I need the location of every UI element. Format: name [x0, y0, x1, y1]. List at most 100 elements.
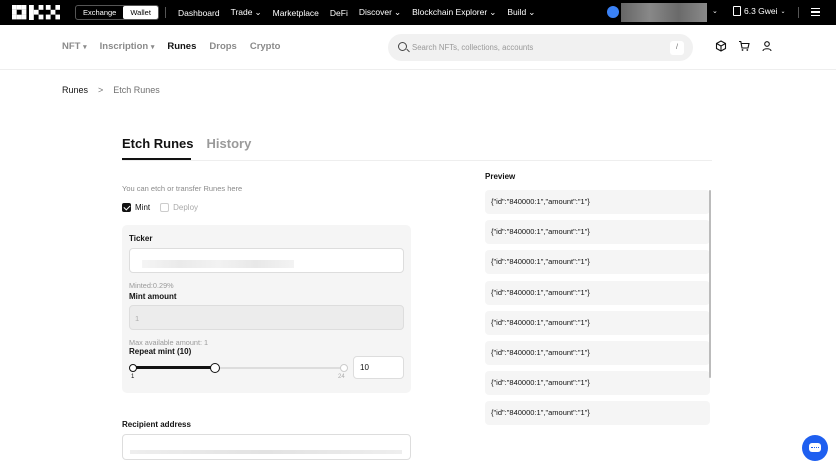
breadcrumb: Runes > Etch Runes [62, 85, 160, 95]
exchange-wallet-switch: Exchange Wallet [75, 5, 159, 20]
search-input[interactable] [412, 40, 652, 55]
nav-label: Blockchain Explorer [412, 7, 488, 17]
tab-divider [122, 160, 712, 161]
nav-build[interactable]: Build ⌄ [507, 7, 535, 18]
user-icon[interactable] [761, 40, 773, 52]
gas-pump-icon [733, 6, 741, 16]
preview-item: {"id":"840000:1","amount":"1"} [485, 280, 710, 305]
deploy-label[interactable]: Deploy [173, 203, 198, 212]
preview-scrollbar[interactable] [709, 190, 711, 378]
repeat-slider-fill [133, 366, 216, 369]
deploy-checkbox[interactable] [160, 203, 170, 212]
nav-discover[interactable]: Discover ⌄ [359, 7, 401, 18]
page-tabs: Etch Runes History [122, 136, 251, 151]
wallet-toggle[interactable]: Wallet [123, 6, 158, 19]
repeat-mint-label: Repeat mint (10) [129, 347, 192, 356]
repeat-count-input[interactable]: 10 [353, 356, 404, 379]
preview-item: {"id":"840000:1","amount":"1"} [485, 340, 710, 365]
mode-selector: Mint Deploy [122, 203, 198, 212]
gas-value: 6.3 Gwei [744, 6, 778, 16]
chevron-down-icon: ⌄ [254, 7, 262, 17]
gas-price[interactable]: 6.3 Gwei ⌄ [733, 6, 786, 16]
minted-percentage: Minted:0.29% [129, 281, 174, 290]
hamburger-menu-icon[interactable] [811, 8, 820, 18]
tab-inscription[interactable]: Inscription ▾ [100, 41, 155, 52]
slider-max-label: 24 [338, 374, 345, 380]
ticker-value-blurred [142, 260, 294, 268]
search-box[interactable] [388, 34, 693, 61]
sub-nav-tabs: NFT ▾ Inscription ▾ Runes Drops Crypto [62, 41, 280, 52]
top-nav: Dashboard Trade ⌄ Marketplace DeFi Discov… [178, 0, 535, 25]
ticker-field[interactable] [129, 248, 404, 273]
helper-text: You can etch or transfer Runes here [122, 184, 243, 193]
nav-label: Dashboard [178, 7, 220, 18]
sub-nav: NFT ▾ Inscription ▾ Runes Drops Crypto / [0, 25, 836, 70]
nav-blockchain-explorer[interactable]: Blockchain Explorer ⌄ [412, 7, 496, 18]
chevron-down-icon: ⌄ [780, 8, 786, 15]
wallet-address-blurred[interactable] [621, 3, 707, 22]
preview-item: {"id":"840000:1","amount":"1"} [485, 220, 710, 245]
repeat-slider-handle[interactable] [210, 363, 221, 373]
preview-item: {"id":"840000:1","amount":"1"} [485, 250, 710, 275]
cart-icon[interactable] [738, 40, 750, 52]
divider [798, 7, 799, 18]
preview-item: {"id":"840000:1","amount":"1"} [485, 190, 710, 214]
preview-title: Preview [485, 172, 516, 181]
breadcrumb-current: Etch Runes [113, 85, 160, 95]
nav-label: DeFi [329, 7, 348, 18]
nav-trade[interactable]: Trade ⌄ [231, 7, 262, 18]
mint-label[interactable]: Mint [135, 203, 150, 212]
nav-dashboard[interactable]: Dashboard [178, 8, 220, 18]
exchange-toggle[interactable]: Exchange [76, 6, 123, 19]
tab-label: NFT [62, 41, 81, 52]
top-bar: Exchange Wallet Dashboard Trade ⌄ Marketp… [0, 0, 836, 25]
chevron-down-icon: ⌄ [393, 7, 402, 17]
slider-start-marker [129, 364, 137, 372]
max-available-text: Max available amount: 1 [129, 338, 209, 347]
okx-logo-icon[interactable] [12, 5, 60, 20]
mint-form-card: Ticker Minted:0.29% Mint amount 1 Max av… [122, 225, 411, 393]
nav-icons [715, 40, 773, 52]
chat-support-icon[interactable] [802, 435, 828, 461]
nav-label: Trade [230, 7, 253, 17]
mint-amount-label: Mint amount [129, 292, 177, 301]
slider-min-label: 1 [131, 374, 135, 380]
tab-nft[interactable]: NFT ▾ [62, 41, 87, 52]
preview-item: {"id":"840000:1","amount":"1"} [485, 401, 710, 426]
mint-checkbox[interactable] [122, 203, 131, 212]
search-shortcut-key: / [670, 41, 684, 55]
mint-amount-value: 1 [135, 314, 140, 323]
caret-down-icon: ▾ [83, 44, 87, 51]
chevron-down-icon: ⌄ [489, 7, 497, 17]
search-icon [398, 42, 407, 51]
chevron-down-icon: ⌄ [528, 7, 536, 17]
recipient-value-blurred [130, 450, 402, 454]
breadcrumb-separator: > [98, 85, 104, 95]
caret-down-icon: ▾ [150, 44, 155, 51]
nav-label: Discover [358, 7, 392, 17]
tab-runes[interactable]: Runes [167, 41, 196, 52]
slider-end-marker [340, 364, 348, 372]
preview-item: {"id":"840000:1","amount":"1"} [485, 310, 710, 335]
nav-marketplace[interactable]: Marketplace [273, 8, 319, 18]
nav-label: Build [507, 7, 527, 17]
tab-crypto[interactable]: Crypto [250, 41, 281, 52]
tab-etch-runes[interactable]: Etch Runes [122, 136, 194, 151]
preview-item: {"id":"840000:1","amount":"1"} [485, 371, 710, 396]
cube-icon[interactable] [715, 40, 727, 52]
nav-label: Marketplace [272, 7, 319, 18]
preview-list: {"id":"840000:1","amount":"1"} {"id":"840… [485, 190, 710, 432]
nav-defi[interactable]: DeFi [330, 8, 348, 18]
mint-amount-field[interactable]: 1 [129, 305, 404, 330]
ticker-label: Ticker [129, 234, 153, 243]
active-tab-indicator [122, 158, 191, 160]
wallet-avatar-icon[interactable] [607, 6, 619, 18]
tab-history[interactable]: History [207, 136, 252, 151]
recipient-address-field[interactable] [122, 434, 411, 460]
recipient-label: Recipient address [122, 420, 191, 429]
divider [165, 7, 166, 18]
tab-drops[interactable]: Drops [209, 41, 236, 52]
breadcrumb-runes[interactable]: Runes [62, 85, 88, 95]
tab-label: Inscription [99, 41, 149, 52]
chevron-down-icon[interactable]: ⌄ [712, 7, 718, 15]
